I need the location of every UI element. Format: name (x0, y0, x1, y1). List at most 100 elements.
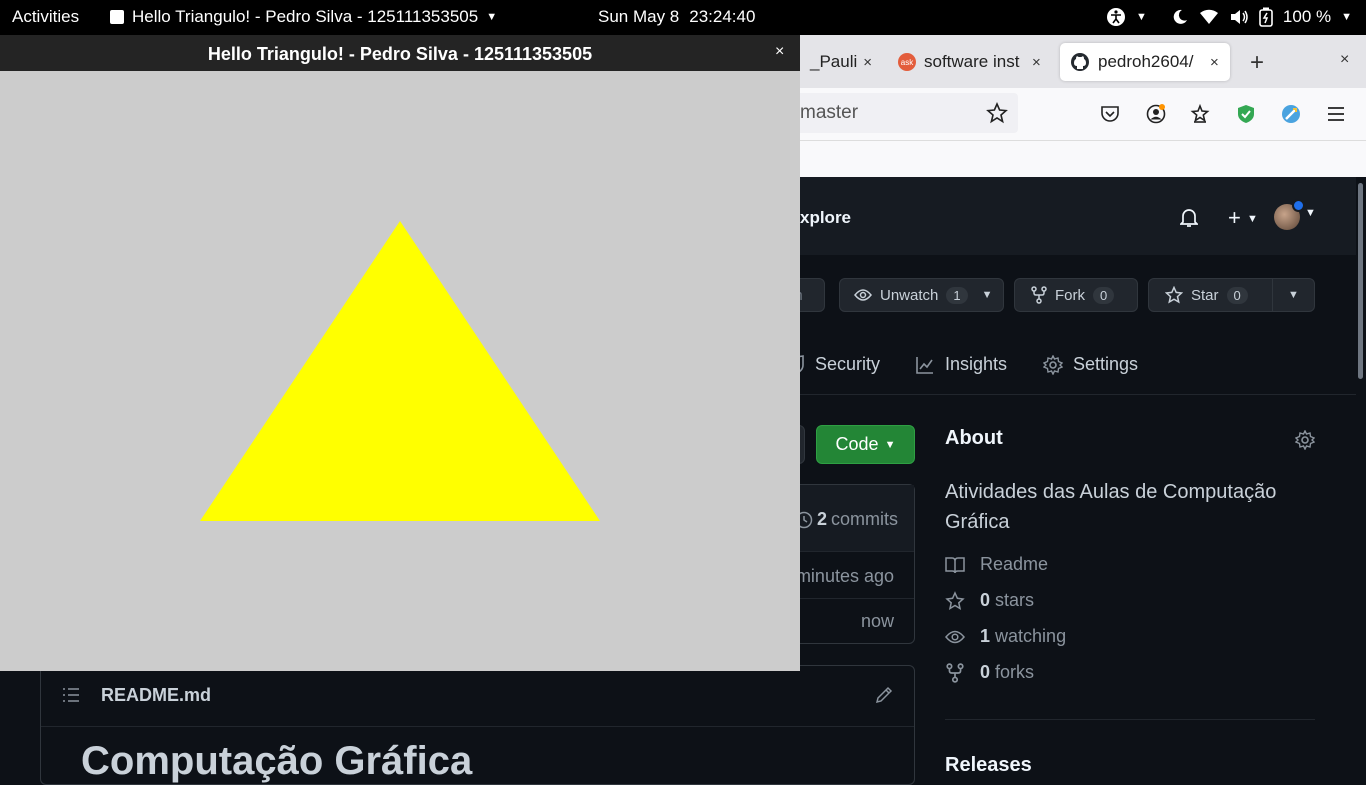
scrollbar-thumb[interactable] (1358, 183, 1363, 379)
chevron-down-icon: ▼ (1341, 11, 1352, 23)
commits-link[interactable]: 2 commits (795, 509, 898, 530)
stars-label: stars (995, 590, 1035, 610)
readme-header: README.md (41, 666, 914, 727)
clock-date: Sun May 8 (598, 7, 680, 26)
status-dot (1292, 199, 1305, 212)
about-title: About (945, 427, 1003, 449)
browser-tab-label: software inst (924, 52, 1020, 71)
battery-percentage: 100 % (1282, 7, 1332, 26)
star-button[interactable]: Star 0 (1148, 278, 1273, 312)
commits-count: 2 (817, 509, 828, 529)
shield-extension-icon[interactable] (1236, 104, 1256, 124)
star-icon (1165, 286, 1183, 304)
tab-insights-label: Insights (945, 354, 1008, 374)
star-count: 0 (1226, 286, 1248, 304)
about-description: Atividades das Aulas de Computação Gráfi… (945, 481, 1277, 533)
gear-icon[interactable] (1295, 430, 1315, 450)
chevron-down-icon: ▼ (1136, 11, 1147, 23)
chevron-down-icon: ▼ (884, 438, 896, 451)
close-tab-icon[interactable]: × (863, 54, 872, 71)
system-tray[interactable]: ▼ 100 % ▼ (1106, 7, 1352, 27)
code-button[interactable]: Code ▼ (816, 425, 915, 464)
code-button-label: Code (835, 434, 879, 454)
readme-link-label: Readme (980, 554, 1049, 574)
commit-age: now (860, 611, 894, 631)
battery-icon (1259, 7, 1273, 27)
about-sidebar: About Atividades das Aulas de Computação… (945, 427, 1315, 776)
window-close-button[interactable]: × (775, 43, 784, 61)
gl-canvas[interactable] (0, 71, 800, 671)
list-icon[interactable] (62, 687, 80, 703)
unwatch-label: Unwatch (880, 286, 939, 304)
bookmark-star-icon[interactable] (986, 102, 1008, 124)
yellow-triangle (200, 221, 600, 521)
page-scrollbar[interactable] (1356, 177, 1366, 768)
browser-toolbar: master (800, 88, 1366, 140)
book-icon (945, 556, 965, 573)
divider (945, 719, 1315, 720)
star-list-dropdown[interactable]: ▼ (1272, 278, 1315, 312)
readme-link[interactable]: Readme (945, 554, 1048, 575)
accessibility-icon[interactable] (1106, 7, 1126, 27)
explore-link[interactable]: xplore (800, 208, 851, 228)
bookmarks-icon[interactable] (1190, 104, 1210, 124)
tab-insights[interactable]: Insights (915, 354, 1007, 375)
clock-time: 23:24:40 (689, 7, 756, 26)
fork-label: Fork (1055, 286, 1085, 304)
app-window-icon (110, 10, 124, 24)
pocket-icon[interactable] (1100, 104, 1120, 124)
chevron-down-icon: ▼ (486, 11, 498, 23)
askubuntu-favicon-icon: ask (898, 53, 916, 71)
gnome-top-bar: Activities Hello Triangulo! - Pedro Silv… (0, 0, 1366, 35)
close-tab-icon[interactable]: × (1210, 54, 1219, 71)
pencil-icon[interactable] (874, 685, 894, 705)
releases-heading[interactable]: Releases (945, 754, 1032, 777)
tab-security-label: Security (815, 354, 881, 374)
forks-label: forks (995, 662, 1035, 682)
close-tab-icon[interactable]: × (1032, 54, 1041, 71)
fork-button[interactable]: Fork 0 (1014, 278, 1138, 312)
app-menu[interactable]: Hello Triangulo! - Pedro Silva - 1251113… (110, 7, 497, 27)
new-tab-button[interactable]: + (1250, 49, 1264, 77)
gear-icon (1043, 354, 1063, 375)
window-close-button[interactable]: × (1340, 51, 1349, 69)
browser-tab[interactable]: ask software inst × (888, 43, 1051, 81)
table-row: now (781, 599, 914, 643)
watch-count: 1 (946, 286, 968, 304)
browser-tab[interactable]: _Pauli × (800, 43, 880, 81)
window-title: Hello Triangulo! - Pedro Silva - 1251113… (207, 44, 593, 64)
commit-age: minutes ago (795, 566, 894, 586)
volume-icon (1230, 10, 1248, 24)
chevron-down-icon: ▼ (1246, 213, 1258, 226)
create-new-dropdown[interactable]: + ▼ (1228, 205, 1258, 231)
watching-label: watching (995, 626, 1067, 646)
fork-count: 0 (1093, 286, 1115, 304)
hamburger-menu-icon[interactable] (1326, 104, 1346, 124)
commits-label: commits (831, 509, 899, 529)
account-icon[interactable] (1146, 104, 1166, 124)
star-icon (945, 590, 965, 610)
clock[interactable]: Sun May 8 23:24:40 (598, 7, 755, 27)
browser-tab-active[interactable]: pedroh2604/ × (1060, 43, 1230, 81)
forks-link[interactable]: 0 forks (945, 662, 1034, 683)
unwatch-button[interactable]: Unwatch 1 ▼ (839, 278, 1004, 312)
activities-button[interactable]: Activities (12, 7, 79, 27)
tab-settings-label: Settings (1073, 354, 1139, 374)
wifi-icon (1199, 9, 1218, 24)
commits-header: 2 commits (781, 485, 914, 552)
browser-tab-label: _Pauli (810, 52, 858, 71)
stars-count: 0 (980, 590, 991, 610)
tab-settings[interactable]: Settings (1043, 354, 1138, 375)
stars-link[interactable]: 0 stars (945, 590, 1034, 611)
notifications-bell-icon[interactable] (1180, 208, 1198, 228)
window-titlebar[interactable]: Hello Triangulo! - Pedro Silva - 1251113… (0, 35, 800, 71)
forks-count: 0 (980, 662, 991, 682)
extension-icon[interactable] (1281, 104, 1301, 124)
readme-filename[interactable]: README.md (101, 685, 211, 706)
url-bar[interactable]: master (800, 93, 1018, 133)
watching-link[interactable]: 1 watching (945, 626, 1066, 647)
url-text: master (800, 102, 859, 123)
browser-tab-label: pedroh2604/ (1098, 52, 1194, 71)
readme-heading: Computação Gráfica (81, 739, 473, 783)
tab-security[interactable]: Security (795, 354, 880, 375)
